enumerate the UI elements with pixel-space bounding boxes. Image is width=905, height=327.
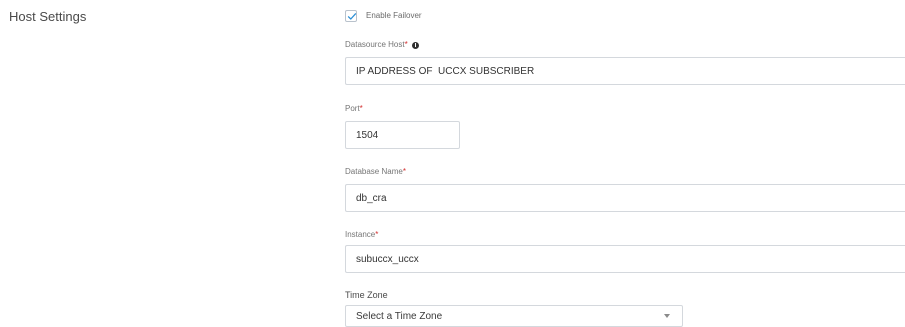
- section-title: Host Settings: [9, 9, 87, 24]
- datasource-host-input[interactable]: [345, 57, 905, 85]
- host-settings-form: Enable Failover Datasource Host* Port* D…: [345, 0, 905, 327]
- info-icon[interactable]: [411, 41, 419, 49]
- instance-label: Instance *: [345, 230, 378, 240]
- check-icon: [347, 13, 356, 20]
- time-zone-label: Time Zone: [345, 290, 388, 300]
- port-label: Port *: [345, 104, 363, 114]
- database-name-label: Database Name *: [345, 167, 406, 177]
- required-mark: *: [404, 40, 408, 49]
- enable-failover-row: Enable Failover: [345, 9, 422, 23]
- instance-label-text: Instance: [345, 230, 376, 239]
- time-zone-select[interactable]: Select a Time Zone: [345, 305, 683, 327]
- required-mark: *: [359, 104, 363, 113]
- required-mark: *: [402, 167, 406, 176]
- port-label-text: Port: [345, 104, 360, 113]
- instance-input[interactable]: [345, 245, 905, 273]
- time-zone-selected-value: Select a Time Zone: [356, 310, 443, 322]
- datasource-host-label: Datasource Host *: [345, 40, 419, 50]
- chevron-down-icon: [664, 314, 670, 318]
- database-name-label-text: Database Name: [345, 167, 403, 176]
- required-mark: *: [375, 230, 379, 239]
- database-name-input[interactable]: [345, 184, 905, 212]
- port-input[interactable]: [345, 121, 460, 149]
- enable-failover-label: Enable Failover: [366, 11, 422, 20]
- enable-failover-checkbox[interactable]: [345, 10, 357, 22]
- datasource-host-label-text: Datasource Host: [345, 40, 405, 49]
